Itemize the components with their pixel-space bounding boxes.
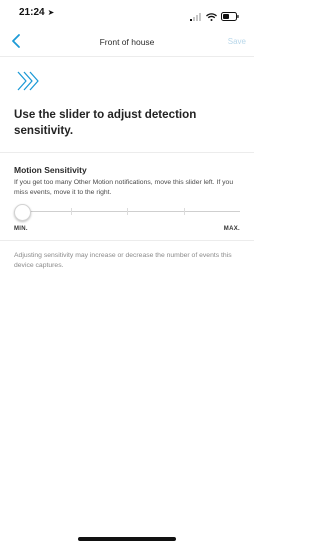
slider-tick: [71, 208, 72, 215]
headline: Use the slider to adjust detection sensi…: [14, 108, 197, 137]
nav-bar: Front of house Save: [0, 28, 254, 57]
divider: [0, 152, 254, 153]
page-title: Front of house: [99, 37, 155, 47]
wifi-icon: [206, 8, 217, 26]
battery-icon: [221, 8, 239, 26]
signal-icon: [190, 8, 202, 26]
location-arrow-icon: ➤: [47, 8, 55, 17]
motion-sensitivity-help: If you get too many Other Motion notific…: [14, 179, 234, 196]
sensitivity-slider[interactable]: [14, 204, 240, 221]
slider-thumb[interactable]: [14, 204, 31, 221]
divider: [0, 240, 254, 241]
status-time-label: 21:24: [19, 7, 45, 18]
status-bar: 21:24 ➤: [0, 0, 254, 28]
slider-tick: [127, 208, 128, 215]
slider-max-label: MAX.: [223, 226, 240, 232]
slider-tick: [184, 208, 185, 215]
slider-min-label: MIN.: [14, 226, 28, 232]
save-button[interactable]: Save: [228, 37, 246, 46]
motion-chevrons-icon: [16, 70, 42, 97]
footer-note: Adjusting sensitivity may increase or de…: [14, 252, 232, 269]
home-indicator: [78, 537, 176, 541]
status-time: 21:24 ➤: [19, 7, 54, 18]
motion-sensitivity-title: Motion Sensitivity: [14, 165, 87, 175]
status-icons: [190, 8, 239, 26]
